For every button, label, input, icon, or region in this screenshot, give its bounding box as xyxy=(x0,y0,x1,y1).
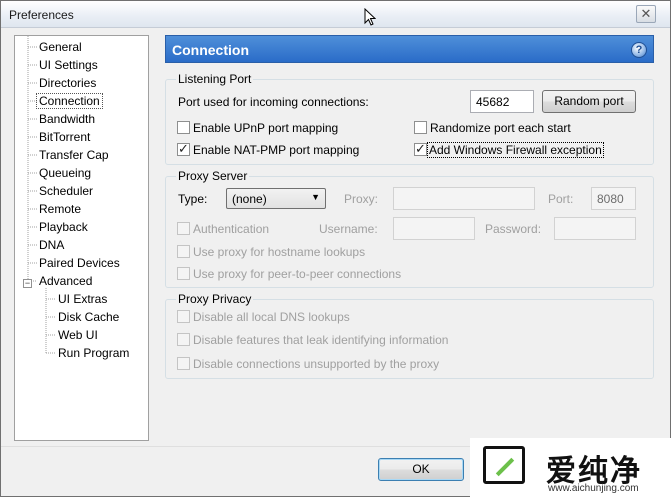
natpmp-checkbox[interactable] xyxy=(177,141,190,157)
tree-item-label: UI Extras xyxy=(58,292,108,306)
proxy-auth-label: Authentication xyxy=(193,222,270,236)
proxy-username-input[interactable] xyxy=(393,217,475,240)
tree-item-connection[interactable]: Connection xyxy=(36,93,103,109)
upnp-checkbox[interactable] xyxy=(177,121,190,134)
tree-item-bandwidth[interactable]: Bandwidth xyxy=(37,111,97,127)
disable-unsupported-label: Disable connections unsupported by the p… xyxy=(193,357,440,371)
tree-item-ui-extras[interactable]: UI Extras xyxy=(56,291,109,307)
preferences-tree: − General UI Settings Directories Connec… xyxy=(14,35,149,441)
tree-item-label: BitTorrent xyxy=(39,130,91,144)
help-icon[interactable]: ? xyxy=(631,42,647,58)
proxy-privacy-group-title: Proxy Privacy xyxy=(176,292,254,306)
disable-unsupported-checkbox[interactable] xyxy=(177,357,190,370)
proxy-password-label: Password: xyxy=(485,222,542,236)
tree-item-paired-devices[interactable]: Paired Devices xyxy=(37,255,122,271)
disable-leak-checkbox[interactable] xyxy=(177,333,190,346)
port-input[interactable]: 45682 xyxy=(470,90,534,113)
window-title: Preferences xyxy=(9,8,74,22)
watermark: 爱纯净 www.aichunjing.com xyxy=(470,438,671,497)
watermark-url: www.aichunjing.com xyxy=(548,483,639,494)
tree-item-queueing[interactable]: Queueing xyxy=(37,165,93,181)
tree-item-ui-settings[interactable]: UI Settings xyxy=(37,57,100,73)
proxy-type-label: Type: xyxy=(178,192,208,206)
tree-item-label: DNA xyxy=(39,238,65,252)
tree-item-label: Scheduler xyxy=(39,184,94,198)
tree-item-remote[interactable]: Remote xyxy=(37,201,83,217)
close-button[interactable]: ✕ xyxy=(636,5,656,23)
ok-button[interactable]: OK xyxy=(378,458,464,481)
proxy-port-label: Port: xyxy=(548,192,574,206)
proxy-username-label: Username: xyxy=(319,222,378,236)
tree-item-general[interactable]: General xyxy=(37,39,84,55)
proxy-p2p-checkbox[interactable] xyxy=(177,267,190,280)
listening-port-group-title: Listening Port xyxy=(176,72,254,86)
randomize-port-label: Randomize port each start xyxy=(430,121,571,135)
tree-item-bittorrent[interactable]: BitTorrent xyxy=(37,129,92,145)
port-label: Port used for incoming connections: xyxy=(178,95,369,109)
tree-item-label: Web UI xyxy=(58,328,98,342)
tree-item-advanced[interactable]: Advanced xyxy=(37,273,94,289)
mouse-cursor-icon xyxy=(364,8,376,26)
tree-item-label: Transfer Cap xyxy=(39,148,109,162)
proxy-host-input[interactable] xyxy=(393,187,535,210)
title-bar[interactable]: Preferences ✕ xyxy=(1,1,670,28)
advanced-collapse-toggle[interactable]: − xyxy=(23,279,32,288)
preferences-window: Preferences ✕ − General UI Settings Dire… xyxy=(0,0,671,497)
tree-item-dna[interactable]: DNA xyxy=(37,237,66,253)
proxy-host-label: Proxy: xyxy=(344,192,379,206)
tree-item-scheduler[interactable]: Scheduler xyxy=(37,183,95,199)
tree-item-label: General xyxy=(39,40,82,54)
proxy-hostname-lookups-checkbox[interactable] xyxy=(177,245,190,258)
tree-item-run-program[interactable]: Run Program xyxy=(56,345,131,361)
proxy-type-value: (none) xyxy=(232,192,267,206)
tree-item-transfer-cap[interactable]: Transfer Cap xyxy=(37,147,111,163)
tree-item-web-ui[interactable]: Web UI xyxy=(56,327,100,343)
natpmp-label: Enable NAT-PMP port mapping xyxy=(193,143,360,157)
upnp-label: Enable UPnP port mapping xyxy=(193,121,339,135)
tree-item-label: Disk Cache xyxy=(58,310,120,324)
random-port-button[interactable]: Random port xyxy=(542,90,636,113)
watermark-logo-icon xyxy=(483,446,525,484)
tree-item-label: Queueing xyxy=(39,166,92,180)
firewall-exception-checkbox[interactable] xyxy=(414,141,427,157)
proxy-type-select[interactable]: (none) ▼ xyxy=(226,188,326,209)
proxy-password-input[interactable] xyxy=(554,217,636,240)
tree-item-label: Connection xyxy=(36,93,103,109)
tree-item-label: Playback xyxy=(39,220,88,234)
page-title: Connection xyxy=(172,42,249,58)
disable-dns-label: Disable all local DNS lookups xyxy=(193,310,350,324)
tree-item-label: UI Settings xyxy=(39,58,98,72)
proxy-auth-checkbox[interactable] xyxy=(177,222,190,235)
tree-item-disk-cache[interactable]: Disk Cache xyxy=(56,309,121,325)
tree-item-label: Remote xyxy=(39,202,82,216)
proxy-hostname-lookups-label: Use proxy for hostname lookups xyxy=(193,245,366,259)
proxy-port-input[interactable]: 8080 xyxy=(591,187,636,210)
proxy-server-group-title: Proxy Server xyxy=(176,169,250,183)
firewall-exception-label: Add Windows Firewall exception xyxy=(427,142,604,158)
tree-item-label: Paired Devices xyxy=(39,256,120,270)
page-header: Connection ? xyxy=(165,35,654,63)
disable-dns-checkbox[interactable] xyxy=(177,310,190,323)
tree-item-label: Run Program xyxy=(58,346,130,360)
tree-item-label: Bandwidth xyxy=(39,112,96,126)
tree-item-label: Advanced xyxy=(39,274,93,288)
randomize-port-checkbox[interactable] xyxy=(414,121,427,134)
proxy-p2p-label: Use proxy for peer-to-peer connections xyxy=(193,267,402,281)
chevron-down-icon: ▼ xyxy=(311,192,320,202)
tree-item-label: Directories xyxy=(39,76,97,90)
disable-leak-label: Disable features that leak identifying i… xyxy=(193,333,449,347)
tree-item-directories[interactable]: Directories xyxy=(37,75,98,91)
tree-item-playback[interactable]: Playback xyxy=(37,219,90,235)
